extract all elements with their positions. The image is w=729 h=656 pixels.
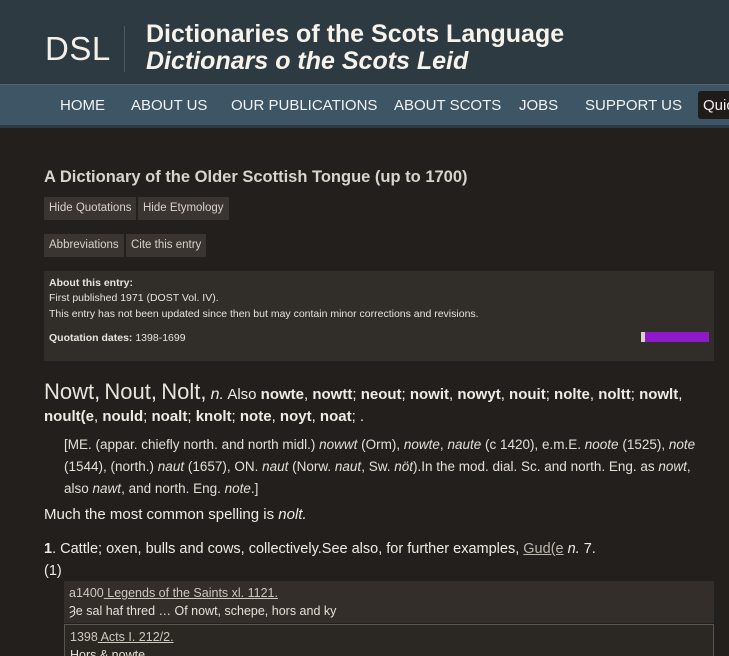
variant: noult(e — [44, 408, 94, 425]
quotation-block: 1398 Acts I. 212/2. Hors & nowte — [64, 624, 714, 656]
nav-our-publications[interactable]: OUR PUBLICATIONS — [231, 97, 377, 114]
variant: neout — [360, 386, 402, 403]
sense-number: 1 — [44, 541, 53, 557]
variant: nowtt — [312, 386, 353, 403]
headword-1: Nowt — [44, 379, 95, 404]
quotation-source-link[interactable]: Legends of the Saints xl. 1121. — [104, 586, 278, 600]
quick-search-button[interactable]: Quick — [698, 91, 729, 119]
headword-2: Nout — [104, 379, 151, 404]
quotation-dates-label: Quotation dates: — [49, 332, 133, 344]
about-entry-box: About this entry: First published 1971 (… — [44, 271, 714, 361]
quotation-date: a1400 — [69, 586, 104, 600]
common-spelling-word: nolt. — [278, 506, 307, 523]
nav-support-us[interactable]: SUPPORT US — [585, 97, 682, 114]
variant: noalt — [151, 408, 188, 425]
etymology: [ME. (appar. chiefly north. and north mi… — [64, 437, 696, 496]
variant: nowyt — [457, 386, 501, 403]
variant: nowte — [260, 386, 305, 403]
site-subtitle: Dictionars o the Scots Leid — [146, 47, 469, 75]
also-label: Also — [227, 386, 257, 403]
variant: noyt — [279, 408, 312, 425]
site-title: Dictionaries of the Scots Language — [146, 20, 565, 48]
entry-content: A Dictionary of the Older Scottish Tongu… — [0, 131, 729, 656]
variant: nould — [102, 408, 144, 425]
quotation-block: a1400 Legends of the Saints xl. 1121. Ȝe… — [64, 581, 714, 623]
sense-1: 1. Cattle; oxen, bulls and cows, collect… — [44, 541, 596, 579]
quotation-date: 1398 — [70, 630, 98, 644]
cross-reference-link[interactable]: Gud(e — [523, 541, 563, 557]
variant: knolt — [195, 408, 232, 425]
quotation-timeline-bar — [641, 332, 709, 342]
nav-about-scots[interactable]: ABOUT SCOTS — [394, 97, 501, 114]
part-of-speech: n. — [210, 386, 224, 403]
variant: nowit — [409, 386, 450, 403]
cite-entry-button[interactable]: Cite this entry — [126, 234, 207, 257]
headword-line: Nowt, Nout, Nolt, n. Also nowte, nowtt; … — [44, 379, 683, 426]
site-logo[interactable]: DSL — [45, 30, 111, 68]
quotation-source-link[interactable]: Acts I. 212/2. — [98, 630, 174, 644]
abbreviations-button[interactable]: Abbreviations — [44, 234, 124, 257]
site-header: DSL Dictionaries of the Scots Language D… — [0, 0, 729, 84]
logo-divider — [124, 26, 125, 72]
nav-home[interactable]: HOME — [60, 97, 105, 114]
variant: noat — [319, 408, 352, 425]
quotation-text: Hors & nowte — [70, 648, 146, 656]
variant: nowlt — [639, 386, 679, 403]
nav-about-us[interactable]: ABOUT US — [131, 97, 207, 114]
about-heading: About this entry: — [49, 277, 133, 289]
common-spelling-note: Much the most common spelling is nolt. — [44, 506, 307, 523]
sense-definition: . Cattle; oxen, bulls and cows, collecti… — [52, 541, 524, 557]
hide-etymology-button[interactable]: Hide Etymology — [138, 197, 229, 220]
main-nav: HOME ABOUT US OUR PUBLICATIONS ABOUT SCO… — [0, 84, 729, 128]
quotation-dates-value: 1398-1699 — [135, 332, 186, 344]
dictionary-title: A Dictionary of the Older Scottish Tongu… — [44, 168, 468, 186]
variant: nouit — [509, 386, 546, 403]
nav-jobs[interactable]: JOBS — [519, 97, 558, 114]
headword-3: Nolt — [161, 379, 201, 404]
hide-quotations-button[interactable]: Hide Quotations — [44, 197, 137, 220]
quotation-text: Ȝe sal haf thred … Of nowt, schepe, hors… — [69, 604, 337, 618]
published-note: First published 1971 (DOST Vol. IV). — [49, 292, 219, 304]
variant: nolte — [554, 386, 590, 403]
updated-note: This entry has not been updated since th… — [49, 308, 479, 320]
variant: note — [239, 408, 272, 425]
subsense-label: (1) — [44, 563, 62, 579]
variant: noltt — [598, 386, 631, 403]
